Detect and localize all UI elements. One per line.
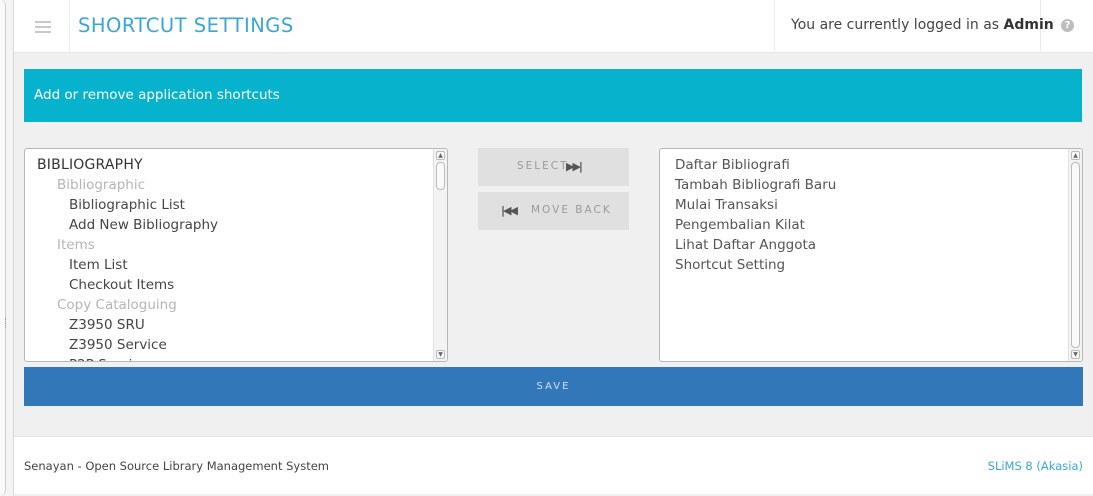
scroll-down-icon[interactable]: ▼ [436,350,445,359]
selected-shortcut-list[interactable]: Daftar Bibliografi Tambah Bibliografi Bar… [659,148,1083,362]
info-banner: Add or remove application shortcuts [24,69,1082,122]
menu-button[interactable] [14,0,70,53]
selected-options[interactable]: Daftar Bibliografi Tambah Bibliografi Bar… [660,149,1066,361]
available-menu-list[interactable]: BIBLIOGRAPHY Bibliographic Bibliographic L… [24,148,448,362]
scroll-thumb[interactable] [436,162,445,190]
list-option[interactable]: Checkout Items [25,275,431,295]
option-subgroup-label: Items [57,237,95,253]
banner-text: Add or remove application shortcuts [34,87,280,103]
select-button[interactable]: SELECT ▶▶| [478,148,629,186]
help-circle-icon[interactable]: ? [1061,19,1074,32]
login-prefix: You are currently logged in as [791,17,1004,33]
app-window: SHORTCUT SETTINGS You are currently logg… [0,0,1093,496]
list-option[interactable]: P2P Service [25,355,431,361]
page-title: SHORTCUT SETTINGS [78,14,294,37]
list-option[interactable]: Z3950 SRU [25,315,431,335]
list-option[interactable]: Daftar Bibliografi [660,155,1066,175]
drag-grip-icon[interactable] [5,318,8,328]
top-bar: SHORTCUT SETTINGS You are currently logg… [14,0,1093,53]
available-scrollbar[interactable]: ▲ ▼ [433,149,447,361]
option-subgroup-label: Bibliographic [57,177,146,193]
list-option[interactable]: Shortcut Setting [660,255,1066,275]
footer-text: Senayan - Open Source Library Management… [24,459,329,473]
save-button[interactable]: SAVE [24,367,1083,406]
login-username[interactable]: Admin [1004,17,1054,33]
login-text: You are currently logged in as Admin [791,17,1054,33]
side-panel-edge [0,0,6,496]
available-options[interactable]: BIBLIOGRAPHY Bibliographic Bibliographic L… [25,149,431,361]
fast-backward-icon: |◀◀ [501,204,518,217]
option-group-label: BIBLIOGRAPHY [37,157,143,173]
scroll-down-icon[interactable]: ▼ [1071,350,1080,359]
list-option[interactable]: Mulai Transaksi [660,195,1066,215]
scroll-up-icon[interactable]: ▲ [1071,151,1080,160]
list-option[interactable]: Item List [25,255,431,275]
list-option[interactable]: Bibliographic List [25,195,431,215]
list-option[interactable]: Pengembalian Kilat [660,215,1066,235]
login-info: You are currently logged in as Admin [774,0,1054,53]
list-option[interactable]: Z3950 Service [25,335,431,355]
fast-forward-icon: ▶▶| [566,160,583,173]
list-option[interactable]: Add New Bibliography [25,215,431,235]
footer: Senayan - Open Source Library Management… [14,436,1093,494]
move-back-button-label: MOVE BACK [531,204,612,216]
scroll-up-icon[interactable]: ▲ [436,151,445,160]
list-option[interactable]: Tambah Bibliografi Baru [660,175,1066,195]
option-subgroup-label: Copy Cataloguing [57,297,177,313]
side-panel-handle[interactable] [0,0,14,496]
select-button-label: SELECT [517,160,569,172]
move-back-button[interactable]: |◀◀ MOVE BACK [478,192,629,230]
version-link[interactable]: SLiMS 8 (Akasia) [988,459,1083,473]
selected-scrollbar[interactable]: ▲ ▼ [1068,149,1082,361]
list-option[interactable]: Lihat Daftar Anggota [660,235,1066,255]
scroll-thumb[interactable] [1071,162,1080,348]
